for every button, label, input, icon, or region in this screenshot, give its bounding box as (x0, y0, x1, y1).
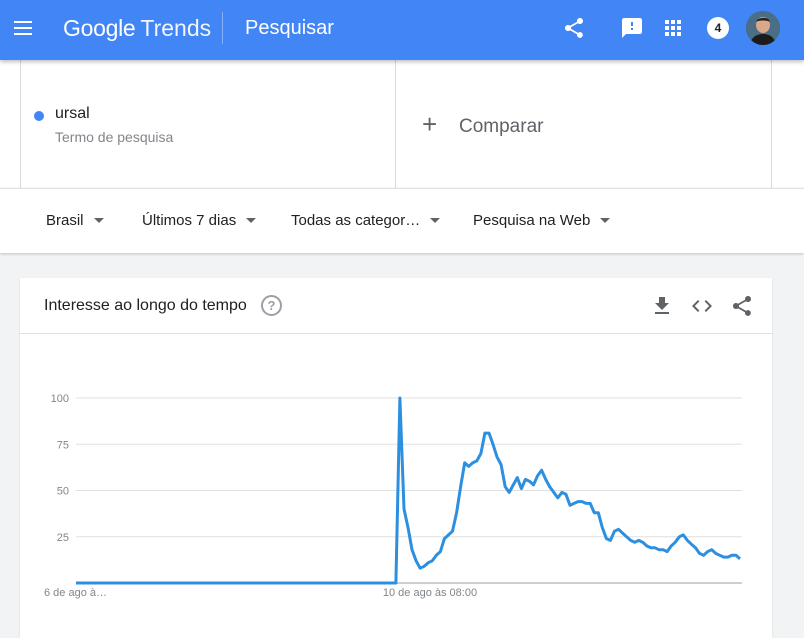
header-divider (222, 12, 223, 44)
category-dropdown[interactable]: Todas as categor… (291, 212, 441, 229)
region-value: Brasil (46, 212, 84, 229)
google-trends-logo[interactable]: Google Trends (63, 13, 211, 43)
y-tick-label: 50 (57, 486, 69, 498)
menu-button[interactable] (12, 18, 36, 38)
apps-grid-icon[interactable] (661, 16, 685, 40)
top-bar: Google Trends Pesquisar 4 (0, 0, 804, 60)
term-subtitle: Termo de pesquisa (55, 129, 174, 145)
category-value: Todas as categor… (291, 212, 421, 229)
y-tick-label: 100 (51, 393, 69, 405)
search-type-value: Pesquisa na Web (473, 212, 591, 229)
feedback-icon[interactable] (620, 16, 644, 40)
logo-trends: Trends (140, 15, 212, 41)
share-icon[interactable] (562, 16, 586, 40)
period-dropdown[interactable]: Últimos 7 dias (142, 212, 257, 229)
period-value: Últimos 7 dias (142, 212, 237, 229)
x-tick-label-mid: 10 de ago às 08:00 (383, 587, 477, 599)
interest-line-chart[interactable]: 25 50 75 100 6 de ago à… 10 de ago às 08:00 (20, 334, 772, 638)
x-tick-label-start: 6 de ago à… (44, 587, 107, 599)
compare-button[interactable]: + Comparar (396, 60, 772, 188)
chevron-down-icon (600, 217, 611, 223)
term-name: ursal (55, 105, 90, 122)
chevron-down-icon (246, 217, 257, 223)
y-tick-label: 75 (57, 439, 69, 451)
chart-gridlines (76, 397, 742, 538)
logo-google: Google (63, 15, 136, 41)
compare-label: Comparar (459, 116, 544, 137)
embed-code-icon[interactable] (690, 294, 714, 318)
help-icon[interactable]: ? (261, 295, 282, 316)
filter-bar: Brasil Últimos 7 dias Todas as categor… … (0, 188, 804, 253)
interest-over-time-card: Interesse ao longo do tempo ? 25 50 75 100 … (20, 278, 772, 638)
region-dropdown[interactable]: Brasil (46, 212, 104, 229)
share-icon[interactable] (730, 294, 754, 318)
y-tick-label: 25 (57, 532, 69, 544)
term-color-dot (34, 111, 44, 121)
search-term-card[interactable]: ursal Termo de pesquisa (20, 60, 396, 188)
search-terms-row: ursal Termo de pesquisa + Comparar (0, 60, 804, 188)
plus-icon: + (422, 109, 438, 139)
chevron-down-icon (430, 217, 441, 223)
download-icon[interactable] (650, 294, 674, 318)
search-type-dropdown[interactable]: Pesquisa na Web (473, 212, 611, 229)
page-title: Pesquisar (245, 17, 334, 39)
card-header: Interesse ao longo do tempo ? (20, 278, 772, 334)
account-avatar[interactable] (746, 11, 780, 45)
y-axis-ticks: 25 50 75 100 (51, 393, 69, 544)
notification-badge[interactable]: 4 (707, 17, 729, 39)
card-title: Interesse ao longo do tempo (44, 297, 247, 314)
chevron-down-icon (93, 217, 104, 223)
